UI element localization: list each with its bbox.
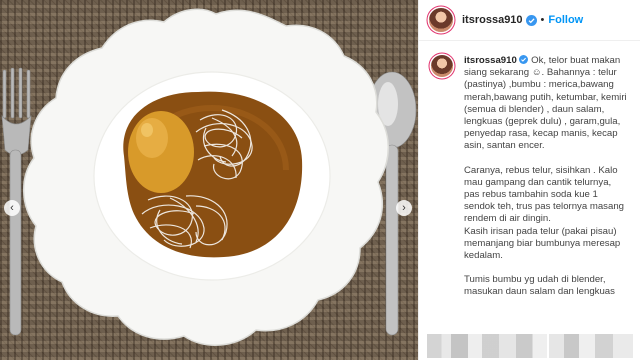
boiled-egg [128,111,194,193]
blurred-comment-area [419,324,640,360]
pixelated-block [549,334,633,358]
post-header: itsrossa910 • Follow [419,0,640,41]
previous-photo-button[interactable]: ‹ [4,200,20,216]
caption-paragraph: Caranya, rebus telur, sisihkan . Kalo ma… [464,164,624,262]
caption-text-1: Ok, telor buat makan siang sekarang ☺. B… [464,55,627,152]
author-avatar[interactable] [429,8,453,32]
follow-button[interactable]: Follow [548,14,583,26]
food-illustration [1,8,417,346]
header-separator: • [540,14,545,26]
instagram-post: ‹ › itsrossa910 • Follow itsrossa910 Ok,… [0,0,640,360]
caption-body: itsrossa910 Ok, telor buat makan siang s… [464,55,628,311]
chevron-left-icon: ‹ [10,202,14,214]
verified-badge-icon [525,14,537,26]
post-sidebar: itsrossa910 • Follow itsrossa910 Ok, tel… [418,0,640,360]
verified-badge-icon [519,55,529,64]
caption-author-avatar[interactable] [431,55,453,77]
caption-username[interactable]: itsrossa910 [464,55,517,66]
next-photo-button[interactable]: › [396,200,412,216]
author-username[interactable]: itsrossa910 [462,14,523,26]
post-photo[interactable]: ‹ › [0,0,418,360]
pixelated-block [427,334,547,358]
caption-paragraph: Tumis bumbu yg udah di blender, masukan … [464,274,615,298]
caption-paragraph: itsrossa910 Ok, telor buat makan siang s… [464,55,628,153]
chevron-right-icon: › [402,202,406,214]
caption-comment: itsrossa910 Ok, telor buat makan siang s… [419,41,640,311]
